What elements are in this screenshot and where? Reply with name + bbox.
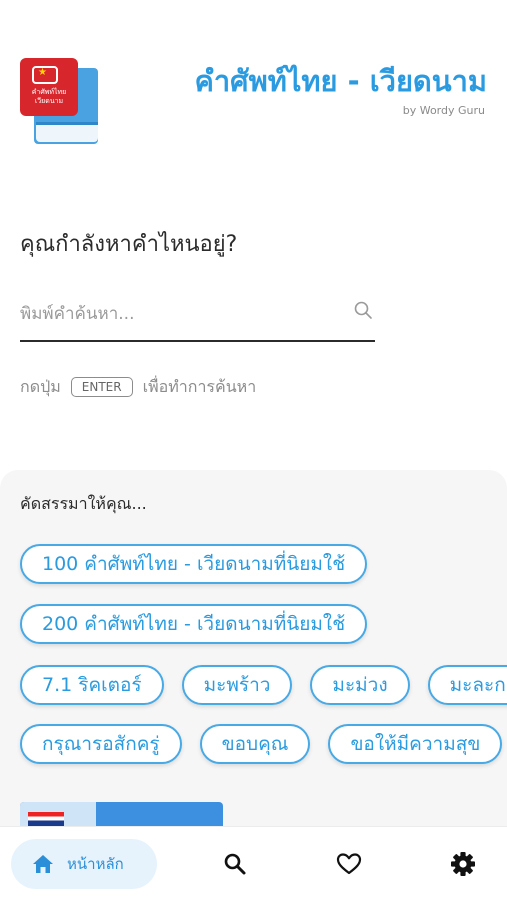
suggestion-chip[interactable]: ขอบคุณ xyxy=(199,724,311,764)
chip-row-3: 7.1 ริคเตอร์ มะพร้าว มะม่วง มะละกอ xyxy=(20,665,507,705)
chip-row-1: 100 คำศัพท์ไทย - เวียดนามที่นิยมใช้ xyxy=(20,544,368,584)
search-field xyxy=(20,290,375,342)
hint-suffix: เพื่อทำการค้นหา xyxy=(142,376,257,396)
logo-text-line2: เวียดนาม xyxy=(34,97,64,105)
suggestions-title: คัดสรรมาให้คุณ... xyxy=(20,494,147,513)
home-icon xyxy=(33,855,53,873)
nav-home-button[interactable]: หน้าหลัก xyxy=(11,839,157,889)
suggestion-chip[interactable]: 100 คำศัพท์ไทย - เวียดนามที่นิยมใช้ xyxy=(20,544,368,584)
hint-prefix: กดปุ่ม xyxy=(20,376,61,396)
bottom-nav: หน้าหลัก xyxy=(0,826,507,900)
suggestion-chip[interactable]: ขอให้มีความสุข xyxy=(328,724,503,764)
heart-icon[interactable] xyxy=(336,851,362,877)
search-input[interactable] xyxy=(20,296,340,332)
suggestion-chip[interactable]: กรุณารอสักครู่ xyxy=(20,724,182,764)
logo-pages xyxy=(36,122,98,142)
app-logo: ★ คำศัพท์ไทย เวียดนาม xyxy=(20,58,100,146)
search-hint: กดปุ่ม ENTER เพื่อทำการค้นหา xyxy=(20,372,256,402)
logo-text: คำศัพท์ไทย เวียดนาม xyxy=(20,88,78,106)
app-subtitle: by Wordy Guru xyxy=(402,104,485,117)
suggestion-chip[interactable]: 7.1 ริคเตอร์ xyxy=(20,665,164,705)
chip-row-2: 200 คำศัพท์ไทย - เวียดนามที่นิยมใช้ xyxy=(20,604,368,644)
suggestion-chip[interactable]: มะละกอ xyxy=(427,665,507,705)
app-title: คำศัพท์ไทย - เวียดนาม xyxy=(194,64,488,98)
nav-home-label: หน้าหลัก xyxy=(67,855,124,873)
suggestion-chip[interactable]: 200 คำศัพท์ไทย - เวียดนามที่นิยมใช้ xyxy=(20,604,368,644)
chip-row-4: กรุณารอสักครู่ ขอบคุณ ขอให้มีความสุข xyxy=(20,724,503,764)
star-icon: ★ xyxy=(38,67,47,78)
search-icon[interactable] xyxy=(222,851,248,877)
settings-icon[interactable] xyxy=(450,851,476,877)
suggestion-chip[interactable]: มะม่วง xyxy=(310,665,410,705)
enter-key-badge: ENTER xyxy=(70,377,133,397)
suggestion-chip[interactable]: มะพร้าว xyxy=(181,665,293,705)
search-icon[interactable] xyxy=(353,300,373,320)
search-question: คุณกำลังหาคำไหนอยู่? xyxy=(20,232,238,257)
logo-cover: ★ คำศัพท์ไทย เวียดนาม xyxy=(20,58,78,116)
logo-text-line1: คำศัพท์ไทย xyxy=(31,88,67,96)
